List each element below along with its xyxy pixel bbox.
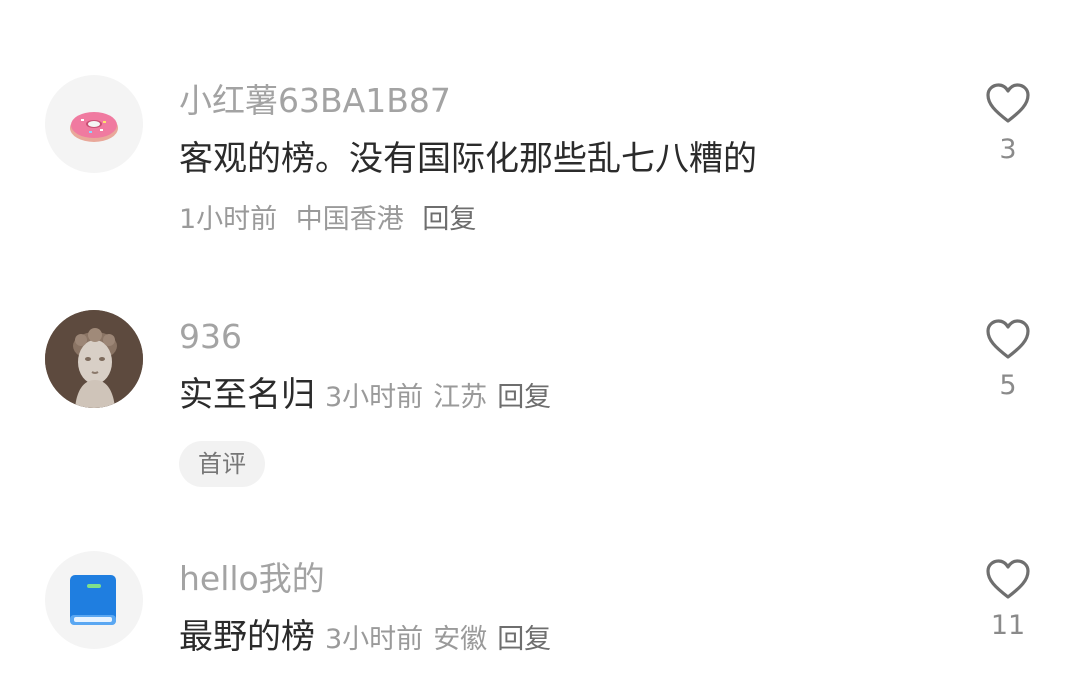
avatar[interactable]: [45, 310, 143, 408]
avatar[interactable]: [45, 75, 143, 173]
username[interactable]: hello我的: [179, 562, 325, 595]
comment-text: 实至名归 3小时前 江苏 回复: [179, 378, 561, 412]
like-count: 11: [990, 610, 1026, 641]
like-count: 3: [999, 134, 1017, 165]
avatar[interactable]: [45, 551, 143, 649]
comment-meta: 1小时前 中国香港 回复: [179, 206, 486, 233]
timestamp: 3小时前: [325, 382, 424, 413]
username[interactable]: 小红薯63BA1B87: [179, 84, 451, 117]
comment-meta: 3小时前 江苏 回复: [325, 382, 561, 413]
location: 安徽: [433, 624, 488, 655]
comment-text: 客观的榜。没有国际化那些乱七八糟的: [179, 139, 757, 179]
username[interactable]: 936: [179, 320, 242, 353]
like-count: 5: [999, 370, 1017, 401]
first-comment-badge: 首评: [179, 441, 265, 487]
timestamp: 1小时前: [179, 204, 278, 235]
comment-meta: 3小时前 安徽 回复: [325, 624, 561, 655]
heart-icon: [986, 83, 1030, 123]
like-button[interactable]: 5: [976, 318, 1040, 399]
donut-icon: [70, 112, 118, 142]
like-button[interactable]: 3: [976, 82, 1040, 163]
timestamp: 3小时前: [325, 624, 424, 655]
statue-bust-icon: [45, 310, 143, 408]
reply-button[interactable]: 回复: [422, 204, 476, 235]
comment-body: 实至名归: [179, 375, 315, 415]
blue-book-icon: [70, 575, 116, 625]
comment-body: 最野的榜: [179, 617, 315, 657]
heart-icon: [986, 319, 1030, 359]
heart-icon: [986, 559, 1030, 599]
reply-button[interactable]: 回复: [497, 382, 551, 413]
location: 中国香港: [295, 204, 404, 235]
reply-button[interactable]: 回复: [497, 624, 551, 655]
like-button[interactable]: 11: [976, 558, 1040, 639]
comment-text: 最野的榜 3小时前 安徽 回复: [179, 620, 561, 654]
location: 江苏: [433, 382, 488, 413]
